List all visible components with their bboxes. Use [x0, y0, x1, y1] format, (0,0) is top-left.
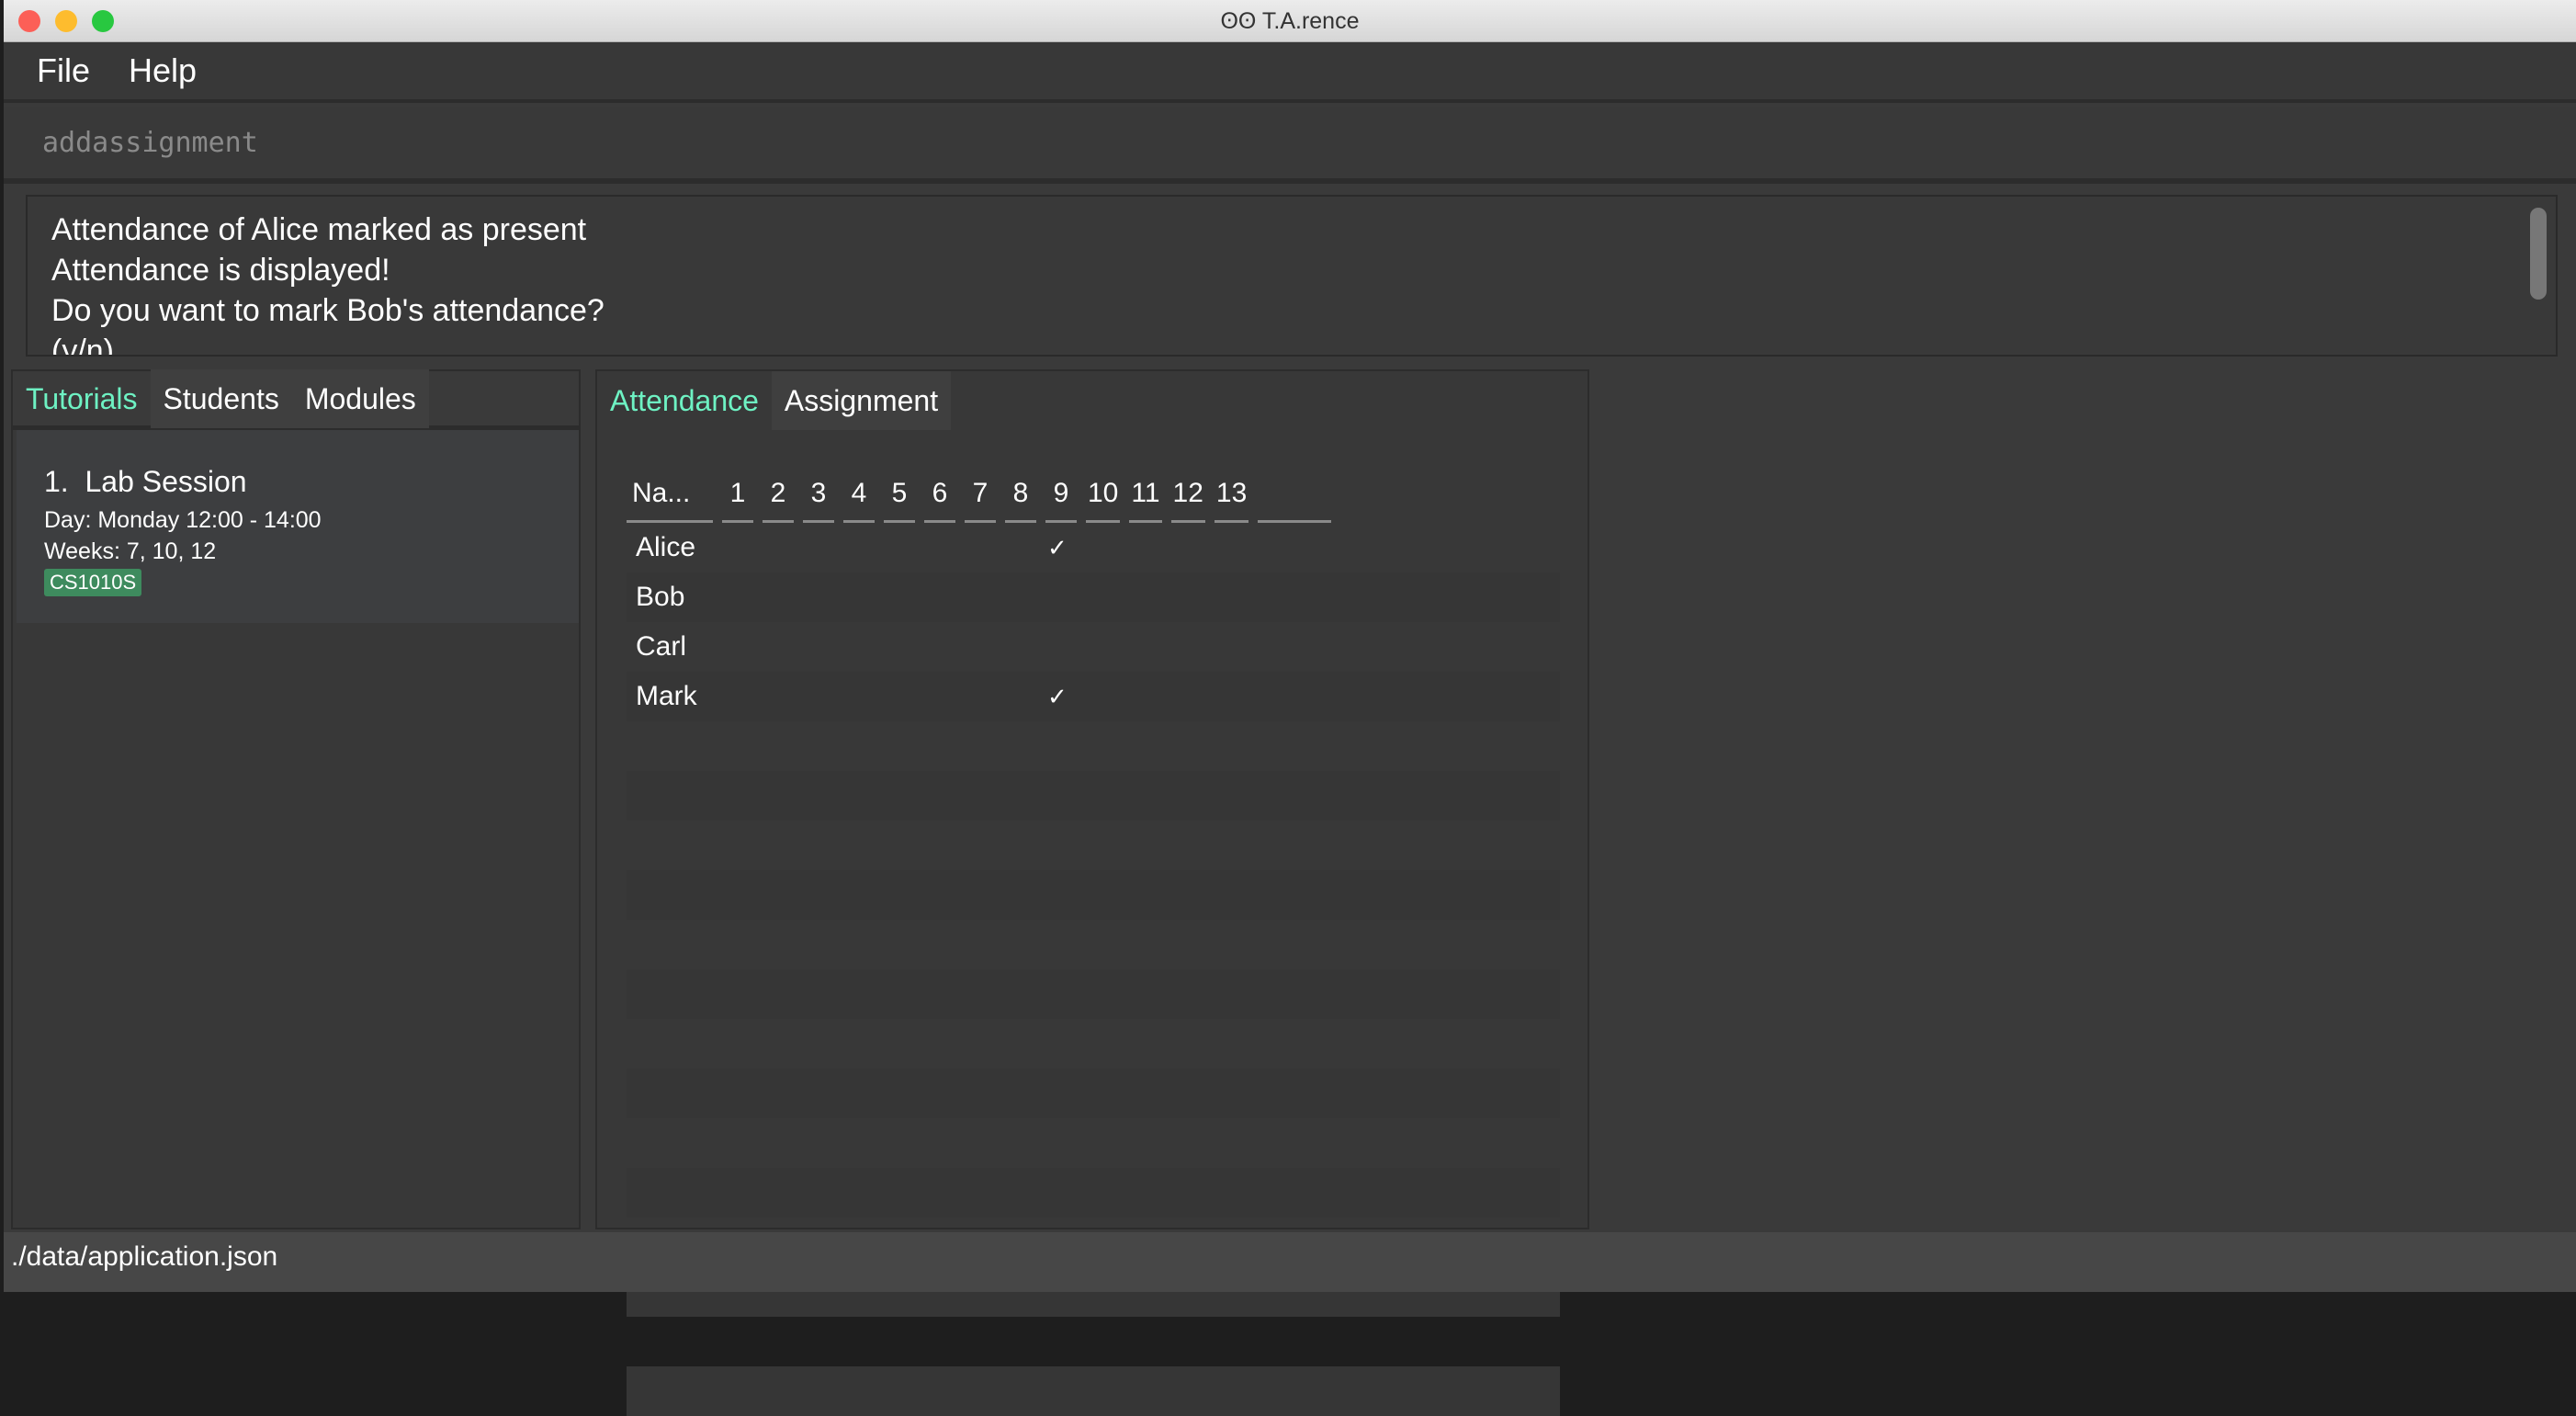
tab-attendance[interactable]: Attendance [597, 371, 772, 430]
table-row[interactable]: Alice ✓ [627, 523, 1560, 572]
minimize-button[interactable] [55, 10, 77, 32]
command-box [4, 107, 2576, 184]
column-header[interactable] [1258, 467, 1332, 523]
empty-row [627, 870, 1560, 920]
column-header[interactable]: Na... [627, 467, 713, 523]
menu-help[interactable]: Help [129, 51, 197, 90]
column-header[interactable]: 5 [884, 467, 915, 523]
column-header[interactable]: 10 [1086, 467, 1121, 523]
table-row[interactable]: Carl [627, 622, 1560, 672]
title-bar: ʘʘ T.A.rence [4, 0, 2576, 42]
column-header[interactable]: 2 [763, 467, 794, 523]
left-panel: Tutorials Students Modules 1. Lab Sessio… [11, 368, 581, 1229]
column-header[interactable]: 9 [1045, 467, 1077, 523]
empty-row [627, 969, 1560, 1019]
close-button[interactable] [18, 10, 40, 32]
empty-row [627, 1019, 1560, 1069]
student-name: Bob [636, 582, 685, 612]
empty-row [627, 821, 1560, 870]
result-display: Attendance of Alice marked as present At… [26, 195, 2558, 357]
module-tag: CS1010S [44, 569, 142, 596]
tutorial-weeks: Weeks: 7, 10, 12 [44, 538, 217, 564]
column-header[interactable]: 12 [1170, 467, 1205, 523]
empty-row [627, 1069, 1560, 1118]
tab-students[interactable]: Students [150, 368, 292, 428]
app-window: ʘʘ T.A.rence File Help Attendance of Ali… [4, 0, 2576, 1416]
scrollbar[interactable] [2530, 208, 2547, 300]
tutorial-index: 1. [44, 465, 69, 498]
column-header[interactable]: 7 [965, 467, 996, 523]
right-panel: Attendance Assignment Na... 1 2 3 4 5 6 7 8 9 10 11… [595, 369, 1589, 1416]
column-header[interactable]: 11 [1129, 467, 1162, 523]
window-title: T.A.rence [1261, 8, 1360, 34]
column-header[interactable]: 13 [1214, 467, 1249, 523]
maximize-button[interactable] [92, 10, 114, 32]
student-name: Mark [636, 681, 697, 711]
tab-modules[interactable]: Modules [291, 368, 429, 428]
empty-row [627, 920, 1560, 969]
tutorial-card[interactable]: 1. Lab Session Day: Monday 12:00 - 14:00… [17, 430, 579, 623]
result-line: Attendance of Alice marked as present [51, 212, 587, 247]
column-header[interactable]: 1 [722, 467, 753, 523]
attendance-table: Na... 1 2 3 4 5 6 7 8 9 10 11 12 13 [617, 467, 1340, 523]
empty-row [627, 721, 1560, 771]
result-line: Do you want to mark Bob's attendance? [51, 293, 604, 328]
tutorial-name: Lab Session [85, 465, 247, 498]
command-input[interactable] [42, 127, 1145, 159]
column-header[interactable]: 6 [924, 467, 955, 523]
table-row[interactable]: Mark ✓ [627, 672, 1560, 721]
tutorial-day: Day: Monday 12:00 - 14:00 [44, 507, 322, 533]
empty-row [627, 1366, 1560, 1416]
result-line: Attendance is displayed! [51, 253, 390, 288]
result-line: (y/n) [51, 334, 114, 357]
tab-assignment[interactable]: Assignment [771, 371, 952, 430]
menu-file[interactable]: File [37, 51, 90, 90]
menu-bar: File Help [4, 42, 2576, 103]
student-name: Carl [636, 631, 687, 662]
empty-row [627, 1317, 1560, 1366]
check-icon: ✓ [1047, 683, 1068, 710]
table-row[interactable]: Bob [627, 572, 1560, 622]
check-icon: ✓ [1047, 534, 1068, 561]
empty-row [627, 771, 1560, 821]
student-name: Alice [636, 532, 696, 562]
column-header[interactable]: 8 [1005, 467, 1036, 523]
column-header[interactable]: 4 [843, 467, 875, 523]
tab-tutorials[interactable]: Tutorials [13, 369, 151, 428]
empty-row [627, 1118, 1560, 1168]
column-header[interactable]: 3 [803, 467, 834, 523]
glasses-icon: ʘʘ [1220, 8, 1257, 34]
empty-row [627, 1168, 1560, 1218]
status-bar: ./data/application.json [4, 1232, 2576, 1292]
